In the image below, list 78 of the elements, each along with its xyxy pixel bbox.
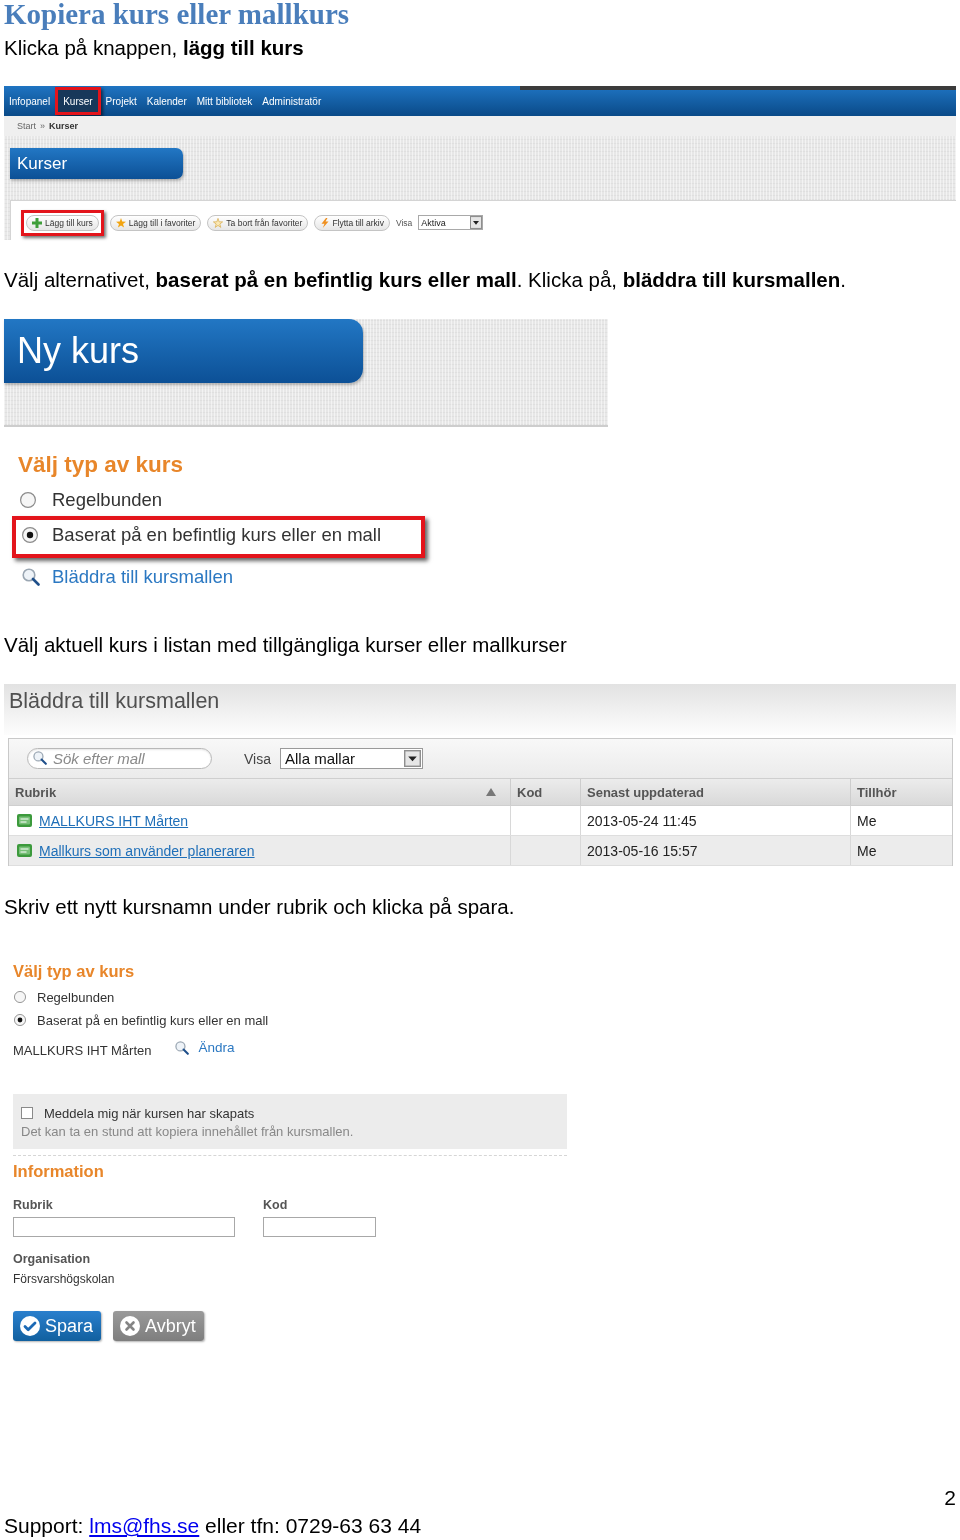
column-header[interactable]: Tillhör xyxy=(857,784,897,800)
table-cell: Me xyxy=(857,842,877,859)
checkbox-label: Meddela mig när kursen har skapats xyxy=(44,1105,255,1121)
radio-button[interactable] xyxy=(14,991,26,1003)
save-button[interactable]: Spara xyxy=(13,1311,102,1341)
star-icon xyxy=(115,217,126,228)
filter-select[interactable]: Alla mallar xyxy=(280,748,423,769)
lightning-icon xyxy=(320,217,330,228)
table-row[interactable]: Mallkurs som använder planeraren 2013-05-16 15:57 Me xyxy=(9,836,952,866)
document-title: Kopiera kurs eller mallkurs xyxy=(4,0,350,28)
nav-tab[interactable]: Administratör xyxy=(257,90,327,112)
table-cell: 2013-05-16 15:57 xyxy=(587,842,698,859)
column-header[interactable]: Rubrik xyxy=(15,784,57,800)
toolbar-button[interactable]: Ta bort från favoriter xyxy=(207,214,309,231)
breadcrumb-current: Kurser xyxy=(49,121,79,131)
panel-title: Bläddra till kursmallen xyxy=(4,684,956,735)
cancel-button[interactable]: Avbryt xyxy=(113,1311,204,1341)
template-name: MALLKURS IHT Mårten xyxy=(13,1042,152,1058)
check-circle-icon xyxy=(20,1316,40,1336)
input-field[interactable] xyxy=(263,1217,376,1237)
tile-icon xyxy=(17,814,32,827)
table-cell: 2013-05-24 11:45 xyxy=(587,812,697,829)
nav-tab[interactable]: Kurser xyxy=(58,90,98,112)
search-icon xyxy=(22,568,40,586)
toolbar-button[interactable]: Lägg till i favoriter xyxy=(109,214,202,231)
radio-button[interactable] xyxy=(14,1014,26,1026)
plus-icon xyxy=(32,217,42,228)
section-title: Välj typ av kurs xyxy=(18,453,184,477)
email-link[interactable]: lms@fhs.se xyxy=(89,1514,200,1537)
nav-tab[interactable]: Infopanel xyxy=(4,90,56,112)
field-label: Organisation xyxy=(13,1251,91,1267)
change-link[interactable]: Ändra xyxy=(198,1040,235,1055)
radio-button[interactable] xyxy=(22,527,38,543)
option-label: Regelbunden xyxy=(52,489,163,511)
filter-select[interactable]: Aktiva xyxy=(418,215,484,230)
dropdown-arrow-icon xyxy=(470,216,483,229)
breadcrumb-separator: » xyxy=(40,121,46,131)
option-label: Baserat på en befintlig kurs eller en mall xyxy=(37,1012,269,1028)
field-label: Rubrik xyxy=(13,1197,53,1213)
page-number: 2 xyxy=(944,1488,956,1508)
search-icon xyxy=(175,1040,190,1055)
tile-icon xyxy=(17,844,32,857)
breadcrumb-link[interactable]: Start xyxy=(17,121,36,131)
checkbox[interactable] xyxy=(21,1107,33,1119)
toolbar-button[interactable]: Flytta till arkiv xyxy=(314,214,390,231)
star-outline-icon xyxy=(213,217,224,228)
x-circle-icon xyxy=(120,1316,141,1336)
section-title: Information xyxy=(13,1162,104,1180)
search-icon xyxy=(33,751,47,765)
page-title-banner: Kurser xyxy=(10,148,183,179)
instruction-text: Välj aktuell kurs i listan med tillgängliga kurser eller mallkurser xyxy=(4,633,567,657)
radio-button[interactable] xyxy=(20,492,36,508)
filter-label: Visa xyxy=(244,750,271,767)
section-title: Välj typ av kurs xyxy=(13,962,135,980)
course-link[interactable]: Mallkurs som använder planeraren xyxy=(39,842,255,859)
table-row[interactable]: MALLKURS IHT Mårten 2013-05-24 11:45 Me xyxy=(9,806,952,836)
instruction-text: Klicka på knappen, lägg till kurs xyxy=(4,36,304,60)
instruction-text: Skriv ett nytt kursnamn under rubrik och klicka på spara. xyxy=(4,895,515,919)
course-link[interactable]: MALLKURS IHT Mårten xyxy=(39,812,189,829)
input-field[interactable] xyxy=(13,1217,235,1237)
browse-link[interactable]: Bläddra till kursmallen xyxy=(52,566,233,588)
hint-text: Det kan ta en stund att kopiera innehållet från kursmallen. xyxy=(21,1124,354,1140)
option-label: Baserat på en befintlig kurs eller en mall xyxy=(52,524,382,546)
column-header[interactable]: Senast uppdaterad xyxy=(587,784,705,800)
field-value: Försvarshögskolan xyxy=(13,1271,115,1287)
filter-label: Visa xyxy=(395,217,413,228)
nav-tab[interactable]: Kalender xyxy=(141,90,192,112)
option-label: Regelbunden xyxy=(37,989,115,1005)
instruction-text: Välj alternativet, baserat på en befintlig kurs eller mall. Klicka på, bläddra till kursmallen. xyxy=(4,268,846,292)
search-field[interactable]: Sök efter mall xyxy=(27,748,212,769)
column-header[interactable]: Kod xyxy=(517,784,543,800)
nav-tab[interactable]: Projekt xyxy=(100,90,142,112)
page-title-banner: Ny kurs xyxy=(4,319,363,383)
field-label: Kod xyxy=(263,1197,288,1213)
toolbar-button[interactable]: Lägg till kurs xyxy=(26,214,99,231)
nav-tab[interactable]: Mitt bibliotek xyxy=(191,90,258,112)
table-cell: Me xyxy=(857,812,877,829)
support-text: Support: lms@fhs.se eller tfn: 0729-63 63 44 xyxy=(4,1514,422,1538)
